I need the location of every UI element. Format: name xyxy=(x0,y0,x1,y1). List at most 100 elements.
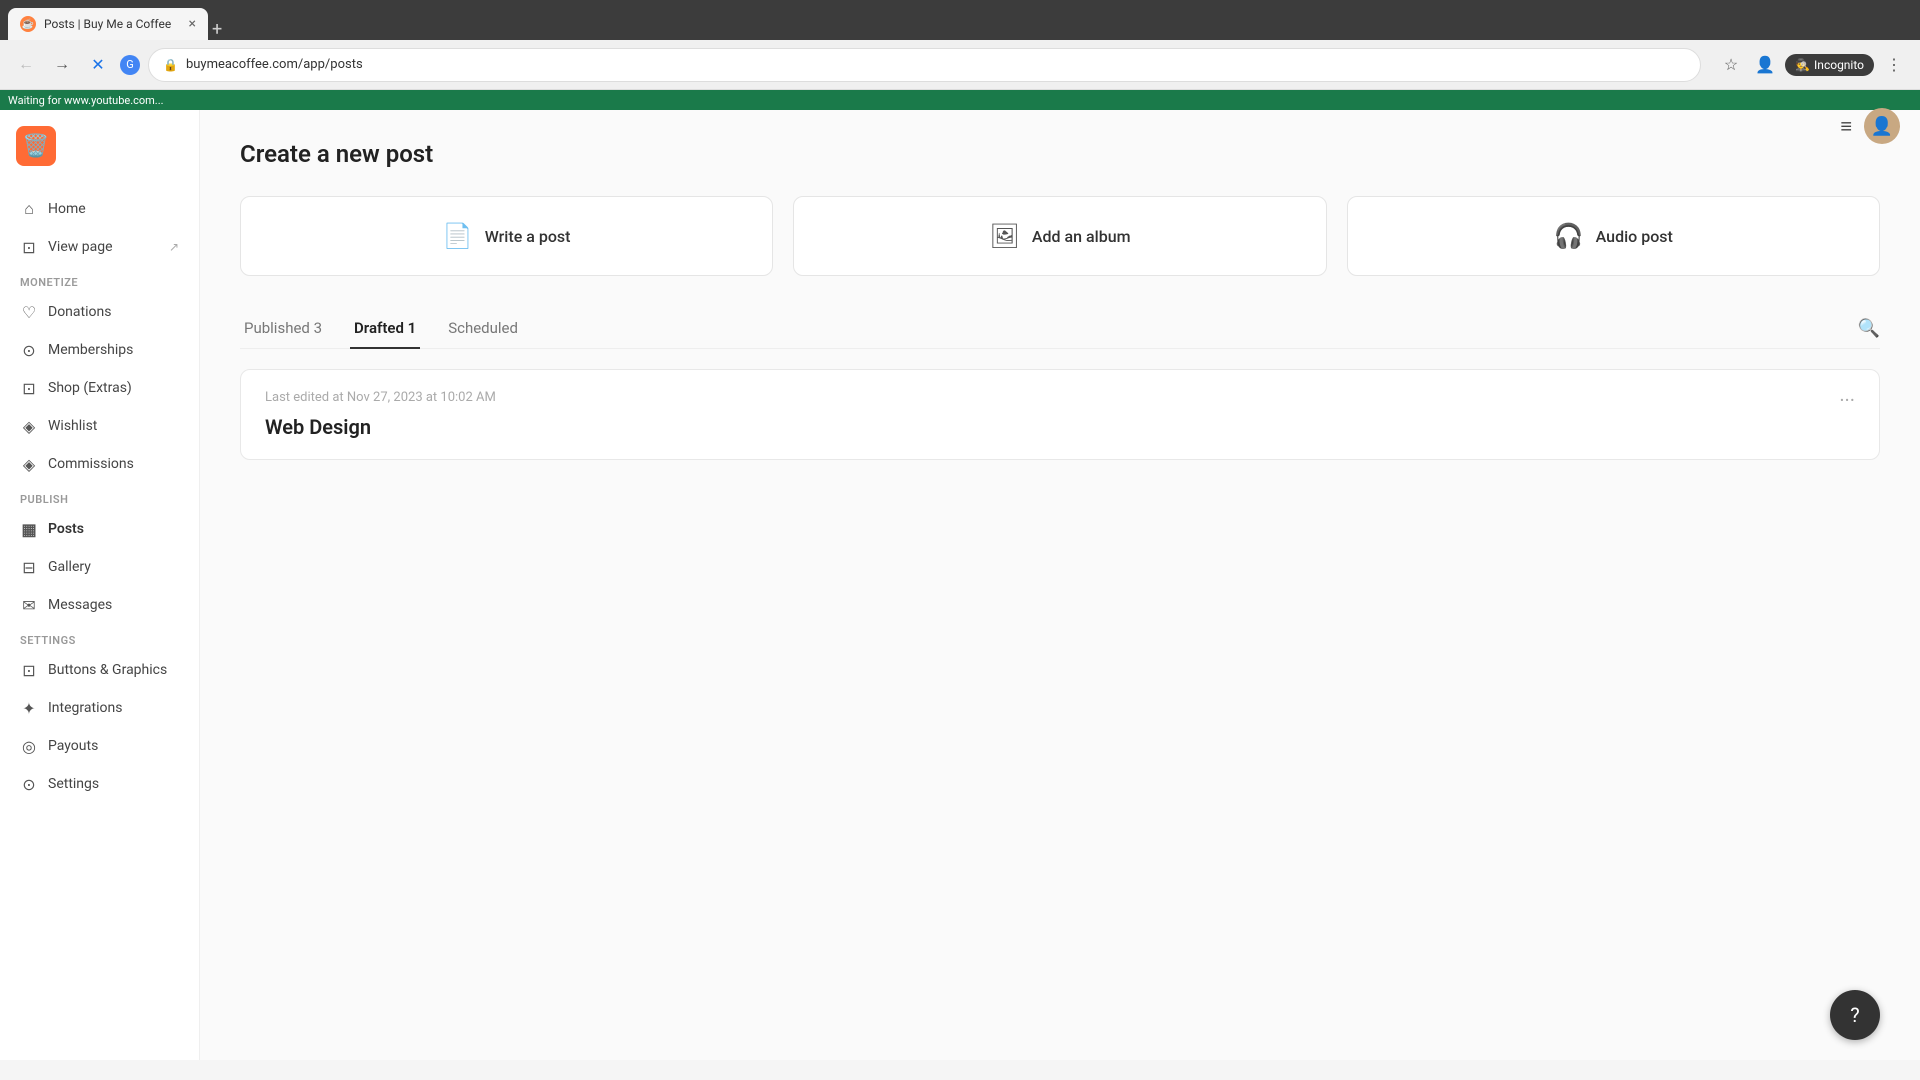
search-posts-icon[interactable]: 🔍 xyxy=(1858,318,1880,339)
tab-published[interactable]: Published 3 xyxy=(240,309,326,349)
audio-post-label: Audio post xyxy=(1596,227,1673,246)
status-bar: Waiting for www.youtube.com... xyxy=(0,90,1920,110)
settings-icon: ⊙ xyxy=(20,775,38,793)
sidebar-item-label: Home xyxy=(48,201,86,217)
forward-button[interactable]: → xyxy=(48,51,76,79)
sidebar-item-label: Shop (Extras) xyxy=(48,380,132,396)
post-meta: Last edited at Nov 27, 2023 at 10:02 AM xyxy=(265,390,496,405)
sidebar-item-wishlist[interactable]: ◈ Wishlist xyxy=(0,407,199,445)
page-title: Create a new post xyxy=(240,140,1880,168)
post-title: Web Design xyxy=(265,415,496,439)
new-tab-button[interactable]: + xyxy=(212,19,222,40)
browser-chrome: ☕ Posts | Buy Me a Coffee × + ← → ✕ G 🔒 … xyxy=(0,0,1920,90)
add-album-icon: 🖼 xyxy=(989,222,1019,250)
tab-bar: ☕ Posts | Buy Me a Coffee × + xyxy=(0,0,1920,40)
create-options: 📄 Write a post 🖼 Add an album 🎧 Audio po… xyxy=(240,196,1880,276)
sidebar-item-label: Buttons & Graphics xyxy=(48,662,167,678)
posts-icon: ▦ xyxy=(20,520,38,538)
sidebar-item-home[interactable]: ⌂ Home xyxy=(0,190,199,228)
add-album-label: Add an album xyxy=(1032,227,1131,246)
active-tab[interactable]: ☕ Posts | Buy Me a Coffee × xyxy=(8,8,208,40)
sidebar-item-label: Integrations xyxy=(48,700,122,716)
gallery-icon: ⊟ xyxy=(20,558,38,576)
section-monetize: MONETIZE xyxy=(0,266,199,293)
browser-toolbar-right: ☆ 👤 🕵 Incognito ⋮ xyxy=(1717,51,1908,79)
reload-button[interactable]: ✕ xyxy=(84,51,112,79)
sidebar-item-view-page[interactable]: ⊡ View page ↗ xyxy=(0,228,199,266)
messages-icon: ✉ xyxy=(20,596,38,614)
sidebar-nav: ⌂ Home ⊡ View page ↗ MONETIZE ♡ Donation… xyxy=(0,182,199,1060)
sidebar-item-messages[interactable]: ✉ Messages xyxy=(0,586,199,624)
audio-post-icon: 🎧 xyxy=(1554,222,1584,250)
help-button[interactable]: ? xyxy=(1830,990,1880,1040)
section-publish: PUBLISH xyxy=(0,483,199,510)
memberships-icon: ⊙ xyxy=(20,341,38,359)
profile-icon[interactable]: 👤 xyxy=(1751,51,1779,79)
sidebar-item-commissions[interactable]: ◈ Commissions xyxy=(0,445,199,483)
donations-icon: ♡ xyxy=(20,303,38,321)
address-bar-url: buymeacoffee.com/app/posts xyxy=(186,57,363,72)
write-post-label: Write a post xyxy=(485,227,571,246)
tab-favicon: ☕ xyxy=(20,16,36,32)
sidebar-item-shop[interactable]: ⊡ Shop (Extras) xyxy=(0,369,199,407)
sidebar-item-memberships[interactable]: ⊙ Memberships xyxy=(0,331,199,369)
sidebar-item-label: Payouts xyxy=(48,738,98,754)
app-container: 🗑️ ⌂ Home ⊡ View page ↗ MONETIZE ♡ Donat… xyxy=(0,110,1920,1060)
back-button[interactable]: ← xyxy=(12,51,40,79)
sidebar-item-gallery[interactable]: ⊟ Gallery xyxy=(0,548,199,586)
browser-toolbar: ← → ✕ G 🔒 buymeacoffee.com/app/posts ☆ 👤… xyxy=(0,40,1920,90)
audio-post-card[interactable]: 🎧 Audio post xyxy=(1347,196,1880,276)
logo-icon: 🗑️ xyxy=(16,126,56,166)
home-icon: ⌂ xyxy=(20,200,38,218)
incognito-icon: 🕵 xyxy=(1795,58,1810,72)
address-bar[interactable]: 🔒 buymeacoffee.com/app/posts xyxy=(148,48,1701,82)
payouts-icon: ◎ xyxy=(20,737,38,755)
sidebar: 🗑️ ⌂ Home ⊡ View page ↗ MONETIZE ♡ Donat… xyxy=(0,110,200,1060)
sidebar-item-label: Settings xyxy=(48,776,99,792)
incognito-label: Incognito xyxy=(1814,58,1864,72)
buttons-graphics-icon: ⊡ xyxy=(20,661,38,679)
bookmark-icon[interactable]: ☆ xyxy=(1717,51,1745,79)
tab-scheduled[interactable]: Scheduled xyxy=(444,309,522,349)
posts-tabs: Published 3 Drafted 1 Scheduled 🔍 xyxy=(240,308,1880,349)
tab-title: Posts | Buy Me a Coffee xyxy=(44,17,181,31)
write-post-icon: 📄 xyxy=(443,222,473,250)
post-card: Last edited at Nov 27, 2023 at 10:02 AM … xyxy=(240,369,1880,460)
tab-drafted[interactable]: Drafted 1 xyxy=(350,309,420,349)
sidebar-item-label: View page xyxy=(48,239,113,255)
integrations-icon: ✦ xyxy=(20,699,38,717)
write-post-card[interactable]: 📄 Write a post xyxy=(240,196,773,276)
sidebar-item-settings[interactable]: ⊙ Settings xyxy=(0,765,199,803)
tab-close-button[interactable]: × xyxy=(189,16,196,32)
hamburger-menu-icon[interactable]: ≡ xyxy=(1840,114,1852,139)
header-right: ≡ 👤 xyxy=(1840,110,1900,144)
sidebar-item-buttons-graphics[interactable]: ⊡ Buttons & Graphics xyxy=(0,651,199,689)
commissions-icon: ◈ xyxy=(20,455,38,473)
sidebar-item-label: Commissions xyxy=(48,456,134,472)
wishlist-icon: ◈ xyxy=(20,417,38,435)
sidebar-item-label: Posts xyxy=(48,521,84,537)
post-actions-menu[interactable]: ··· xyxy=(1839,388,1855,412)
shop-icon: ⊡ xyxy=(20,379,38,397)
avatar[interactable]: 👤 xyxy=(1864,110,1900,144)
sidebar-item-label: Messages xyxy=(48,597,112,613)
external-link-icon: ↗ xyxy=(169,240,179,254)
sidebar-item-payouts[interactable]: ◎ Payouts xyxy=(0,727,199,765)
sidebar-item-integrations[interactable]: ✦ Integrations xyxy=(0,689,199,727)
google-icon: G xyxy=(120,55,140,75)
sidebar-item-label: Memberships xyxy=(48,342,133,358)
sidebar-item-label: Donations xyxy=(48,304,111,320)
main-content: ≡ 👤 Create a new post 📄 Write a post 🖼 A… xyxy=(200,110,1920,1060)
sidebar-item-label: Gallery xyxy=(48,559,91,575)
section-settings: SETTINGS xyxy=(0,624,199,651)
sidebar-item-posts[interactable]: ▦ Posts xyxy=(0,510,199,548)
view-page-icon: ⊡ xyxy=(20,238,38,256)
sidebar-item-label: Wishlist xyxy=(48,418,97,434)
sidebar-item-donations[interactable]: ♡ Donations xyxy=(0,293,199,331)
incognito-button[interactable]: 🕵 Incognito xyxy=(1785,54,1874,76)
add-album-card[interactable]: 🖼 Add an album xyxy=(793,196,1326,276)
menu-icon[interactable]: ⋮ xyxy=(1880,51,1908,79)
sidebar-logo: 🗑️ xyxy=(0,110,199,182)
lock-icon: 🔒 xyxy=(163,58,178,72)
status-bar-text: Waiting for www.youtube.com... xyxy=(8,94,164,107)
